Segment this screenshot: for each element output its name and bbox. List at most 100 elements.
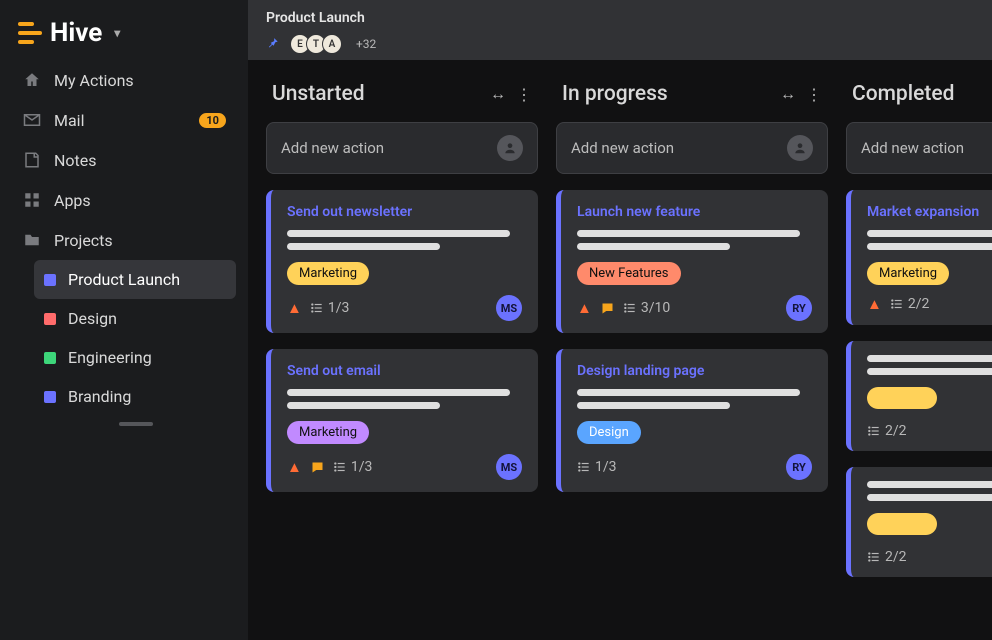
warning-icon: ▲ — [867, 295, 882, 313]
note-icon — [22, 150, 42, 170]
project-engineering[interactable]: Engineering — [34, 338, 236, 377]
card-footer: ▲ 1/3 MS — [287, 454, 522, 480]
checklist-count: 1/3 — [328, 300, 350, 316]
action-card[interactable]: Launch new featureNew Features▲ 3/10 RY — [556, 190, 828, 333]
card-footer: 1/3 RY — [577, 454, 812, 480]
action-card[interactable]: 2/2 — [846, 341, 992, 451]
pin-icon[interactable] — [266, 37, 280, 51]
sidebar: Hive ▾ My Actions Mail 10 Notes — [0, 0, 248, 640]
nav-notes[interactable]: Notes — [12, 140, 236, 180]
assign-user-icon[interactable] — [787, 135, 813, 161]
chevron-down-icon[interactable]: ▾ — [114, 26, 120, 40]
warning-icon: ▲ — [287, 299, 302, 317]
assignee-avatar[interactable]: RY — [786, 454, 812, 480]
card-text-line — [867, 494, 992, 501]
column-header: Completed ↔ ⋮ — [846, 82, 992, 106]
card-text-line — [577, 230, 800, 237]
action-card[interactable]: Send out email Marketing ▲ 1/3 MS — [266, 349, 538, 492]
card-tag[interactable]: New Features — [577, 262, 681, 285]
card-text-line — [287, 243, 440, 250]
avatar: A — [322, 34, 342, 54]
checklist-count: 3/10 — [641, 300, 670, 316]
action-card[interactable]: Design landing page Design 1/3 RY — [556, 349, 828, 492]
card-text-line — [867, 481, 992, 488]
project-label: Product Launch — [68, 270, 180, 289]
card-tag[interactable]: Marketing — [867, 262, 949, 285]
assignee-avatar[interactable]: MS — [496, 295, 522, 321]
card-list: Market expansion Marketing ▲ 2/2 2/2 2/2 — [846, 190, 992, 577]
chat-icon[interactable] — [600, 301, 615, 316]
chat-icon[interactable] — [310, 460, 325, 475]
apps-icon — [22, 190, 42, 210]
folder-icon — [22, 230, 42, 250]
assignee-avatar[interactable]: MS — [496, 454, 522, 480]
column-title: Unstarted — [272, 82, 365, 106]
checklist-icon: 1/3 — [310, 300, 350, 316]
checklist-icon: 1/3 — [333, 459, 373, 475]
hive-icon — [18, 22, 42, 44]
card-tag[interactable] — [867, 513, 937, 535]
brand-logo[interactable]: Hive ▾ — [0, 18, 248, 60]
column-header: In progress ↔ ⋮ — [556, 82, 828, 106]
card-text-line — [287, 389, 510, 396]
project-color-dot — [44, 274, 56, 286]
nav-label: Apps — [54, 191, 91, 210]
project-product-launch[interactable]: Product Launch — [34, 260, 236, 299]
add-action-placeholder: Add new action — [861, 139, 964, 157]
project-branding[interactable]: Branding — [34, 377, 236, 416]
checklist-count: 1/3 — [351, 459, 373, 475]
project-header: Product Launch E T A +32 — [248, 0, 992, 60]
scrollbar[interactable] — [119, 422, 153, 426]
card-footer: ▲ 2/2 — [867, 295, 992, 313]
action-card[interactable]: Send out newsletterMarketing▲ 1/3 MS — [266, 190, 538, 333]
avatar-overflow[interactable]: +32 — [356, 37, 376, 51]
nav-label: Mail — [54, 111, 84, 130]
add-action-input[interactable]: Add new action — [556, 122, 828, 174]
nav-projects[interactable]: Projects — [12, 220, 236, 260]
card-tag[interactable] — [867, 387, 937, 409]
card-tag[interactable]: Marketing — [287, 262, 369, 285]
header-meta: E T A +32 — [266, 34, 974, 54]
checklist-icon: 1/3 — [577, 459, 617, 475]
kanban-column: Completed ↔ ⋮ Add new action Market expa… — [846, 82, 992, 618]
project-label: Design — [68, 309, 117, 328]
card-tag[interactable]: Marketing — [287, 421, 369, 444]
card-text-line — [287, 402, 440, 409]
card-list: Launch new featureNew Features▲ 3/10 RY D… — [556, 190, 828, 492]
column-menu-icon[interactable]: ⋮ — [516, 85, 532, 104]
card-title: Send out email — [287, 363, 522, 379]
checklist-count: 1/3 — [595, 459, 617, 475]
card-text-line — [867, 243, 992, 250]
project-design[interactable]: Design — [34, 299, 236, 338]
assignee-avatar[interactable]: RY — [786, 295, 812, 321]
column-resize-icon[interactable]: ↔ — [490, 84, 506, 104]
column-resize-icon[interactable]: ↔ — [780, 84, 796, 104]
add-action-input[interactable]: Add new action — [846, 122, 992, 174]
card-text-line — [867, 355, 992, 362]
nav-apps[interactable]: Apps — [12, 180, 236, 220]
card-tag[interactable]: Design — [577, 421, 641, 444]
card-title: Design landing page — [577, 363, 812, 379]
nav-main: My Actions Mail 10 Notes Apps Projects — [0, 60, 248, 426]
card-text-line — [577, 389, 800, 396]
card-list: Send out newsletterMarketing▲ 1/3 MSSend… — [266, 190, 538, 492]
checklist-icon: 2/2 — [867, 423, 907, 439]
checklist-icon: 3/10 — [623, 300, 670, 316]
card-title: Market expansion — [867, 204, 992, 220]
action-card[interactable]: 2/2 — [846, 467, 992, 577]
nav-my-actions[interactable]: My Actions — [12, 60, 236, 100]
checklist-icon: 2/2 — [867, 549, 907, 565]
kanban-column: Unstarted ↔ ⋮ Add new action Send out ne… — [266, 82, 538, 618]
action-card[interactable]: Market expansion Marketing ▲ 2/2 — [846, 190, 992, 325]
member-avatars[interactable]: E T A — [290, 34, 342, 54]
checklist-count: 2/2 — [885, 549, 907, 565]
card-text-line — [577, 402, 730, 409]
assign-user-icon[interactable] — [497, 135, 523, 161]
card-text-line — [867, 230, 992, 237]
nav-mail[interactable]: Mail 10 — [12, 100, 236, 140]
card-footer: 2/2 — [867, 423, 992, 439]
mail-badge: 10 — [199, 113, 226, 128]
page-title: Product Launch — [266, 10, 974, 26]
add-action-input[interactable]: Add new action — [266, 122, 538, 174]
column-menu-icon[interactable]: ⋮ — [806, 85, 822, 104]
